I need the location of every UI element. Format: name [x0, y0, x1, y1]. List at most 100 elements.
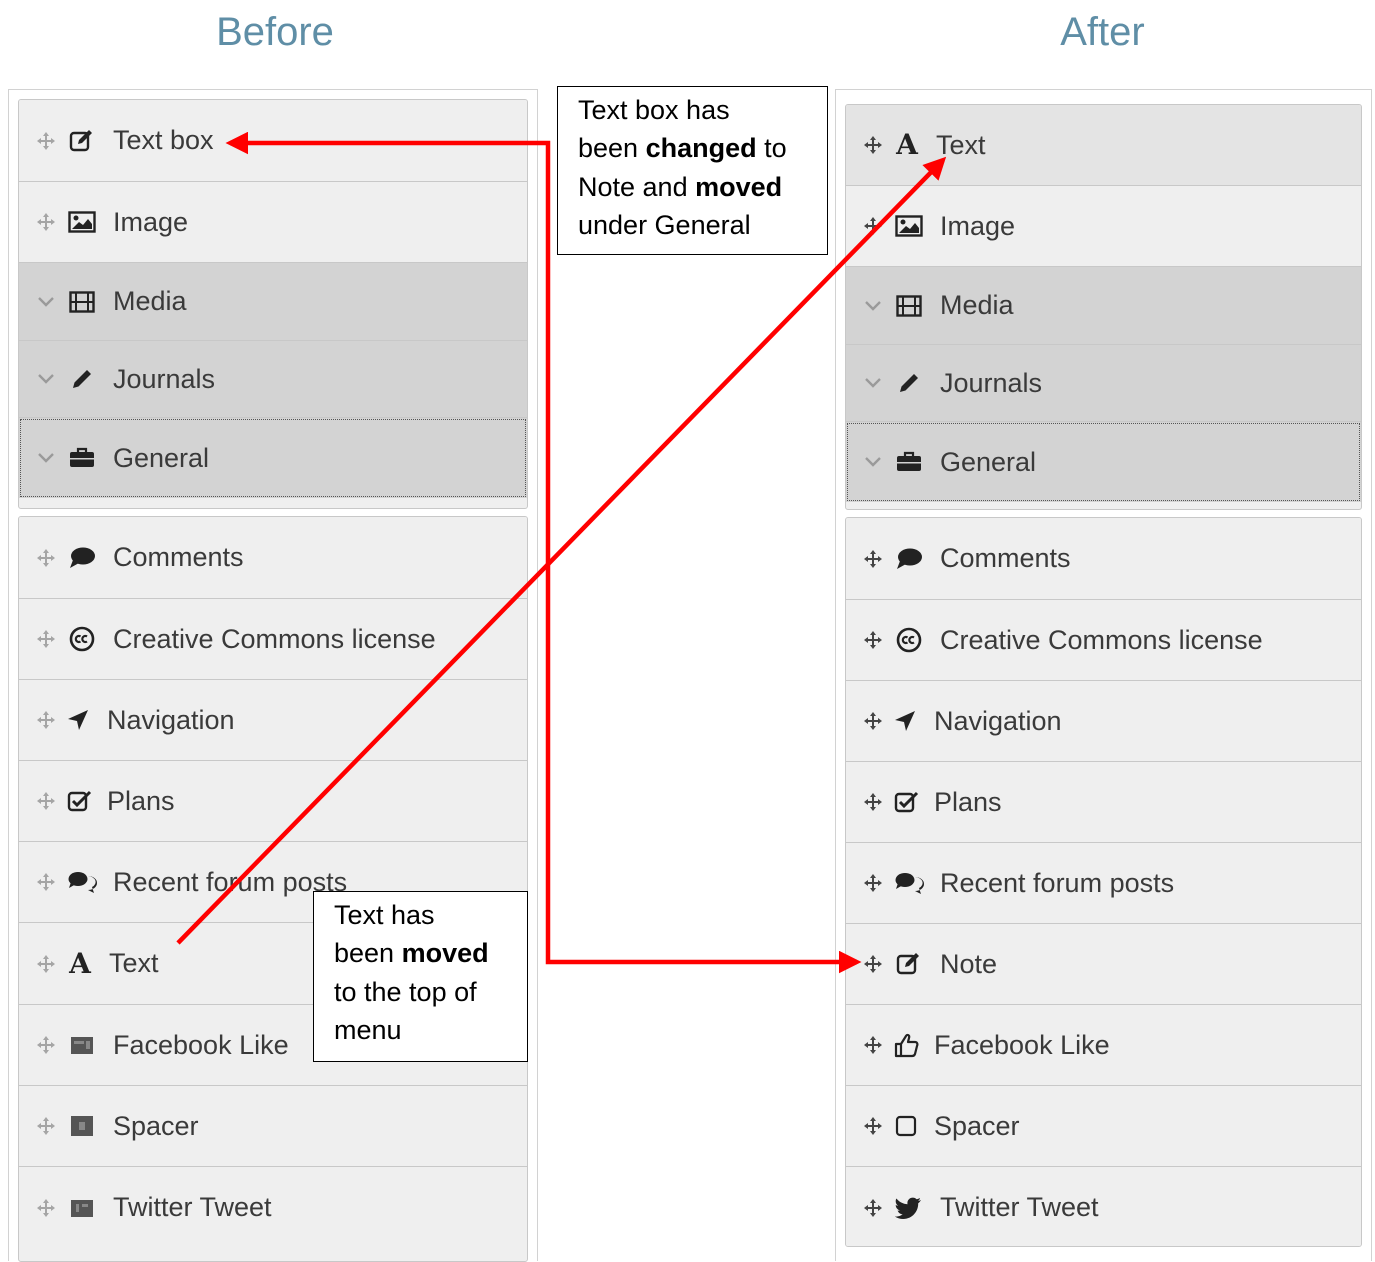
- chevron-down-icon[interactable]: [862, 456, 884, 468]
- callout-text: been: [334, 938, 402, 969]
- chevron-down-icon[interactable]: [862, 300, 884, 312]
- before-bottom-group: Comments Creative Commons license Naviga…: [18, 516, 528, 1262]
- before-item-spacer[interactable]: Spacer: [19, 1086, 527, 1167]
- item-label: Navigation: [934, 705, 1062, 736]
- after-item-spacer[interactable]: Spacer: [846, 1086, 1361, 1167]
- item-label: Facebook Like: [113, 1029, 289, 1060]
- item-label: Journals: [940, 367, 1043, 398]
- drag-handle-icon[interactable]: [862, 1035, 884, 1055]
- callout-emphasis: moved: [695, 171, 783, 202]
- twitter-placeholder-icon: [65, 1193, 99, 1223]
- before-item-comments[interactable]: Comments: [19, 517, 527, 599]
- chevron-down-icon[interactable]: [35, 296, 57, 308]
- item-label: Spacer: [934, 1110, 1020, 1141]
- drag-handle-icon[interactable]: [862, 792, 884, 812]
- item-label: Image: [113, 206, 189, 237]
- after-category-media[interactable]: Media: [846, 267, 1361, 345]
- drag-handle-icon[interactable]: [862, 630, 884, 650]
- after-panel: A Text Image Media Journals General Comm…: [835, 89, 1372, 1261]
- item-label: Navigation: [107, 704, 235, 735]
- after-item-creative-commons[interactable]: Creative Commons license: [846, 600, 1361, 681]
- edit-icon: [65, 126, 99, 156]
- drag-handle-icon[interactable]: [862, 135, 884, 155]
- before-category-journals[interactable]: Journals: [19, 341, 527, 418]
- drag-handle-icon[interactable]: [35, 791, 57, 811]
- location-arrow-icon: [892, 706, 918, 736]
- item-label: Creative Commons license: [113, 623, 436, 654]
- drag-handle-icon[interactable]: [862, 711, 884, 731]
- comments-icon: [892, 868, 926, 898]
- item-label: Recent forum posts: [940, 867, 1175, 898]
- after-item-facebook-like[interactable]: Facebook Like: [846, 1005, 1361, 1086]
- drag-handle-icon[interactable]: [35, 1116, 57, 1136]
- after-top-group: A Text Image Media Journals General: [845, 104, 1362, 510]
- after-category-journals[interactable]: Journals: [846, 345, 1361, 422]
- item-label: Facebook Like: [934, 1029, 1110, 1060]
- item-label: Journals: [113, 363, 216, 394]
- after-item-image[interactable]: Image: [846, 186, 1361, 267]
- after-item-twitter-tweet[interactable]: Twitter Tweet: [846, 1167, 1361, 1246]
- drag-handle-icon[interactable]: [35, 1035, 57, 1055]
- drag-handle-icon[interactable]: [862, 216, 884, 236]
- before-item-navigation[interactable]: Navigation: [19, 680, 527, 761]
- drag-handle-icon[interactable]: [35, 1198, 57, 1218]
- before-item-text-box[interactable]: Text box: [19, 100, 527, 182]
- after-item-recent-forum-posts[interactable]: Recent forum posts: [846, 843, 1361, 924]
- drag-handle-icon[interactable]: [862, 549, 884, 569]
- before-panel: Text box Image Media Journals General Co…: [8, 89, 538, 1262]
- text-a-icon: A: [896, 128, 918, 161]
- chevron-down-icon[interactable]: [862, 377, 884, 389]
- after-category-general[interactable]: General: [846, 422, 1361, 502]
- drag-handle-icon[interactable]: [35, 212, 57, 232]
- callout-text: to: [756, 133, 787, 164]
- thumbs-up-icon: [892, 1030, 922, 1060]
- drag-handle-icon[interactable]: [35, 710, 57, 730]
- before-item-image[interactable]: Image: [19, 182, 527, 263]
- item-label: Comments: [113, 542, 244, 572]
- before-item-creative-commons[interactable]: Creative Commons license: [19, 599, 527, 680]
- before-category-media[interactable]: Media: [19, 263, 527, 341]
- comments-icon: [65, 867, 99, 897]
- before-item-twitter-tweet[interactable]: Twitter Tweet: [19, 1167, 527, 1248]
- callout-text-box-changed: Text box has been changed to Note and mo…: [557, 86, 828, 255]
- checkbox-icon: [65, 786, 95, 816]
- pencil-icon: [892, 368, 926, 398]
- drag-handle-icon[interactable]: [862, 954, 884, 974]
- after-item-text[interactable]: A Text: [846, 105, 1361, 186]
- drag-handle-icon[interactable]: [35, 629, 57, 649]
- item-label: Twitter Tweet: [940, 1192, 1099, 1222]
- item-label: Recent forum posts: [113, 866, 348, 897]
- callout-text: under General: [578, 209, 751, 240]
- drag-handle-icon[interactable]: [862, 1116, 884, 1136]
- callout-text: to the top of: [334, 976, 477, 1007]
- briefcase-icon: [892, 447, 926, 477]
- drag-handle-icon[interactable]: [35, 131, 57, 151]
- drag-handle-icon[interactable]: [35, 954, 57, 974]
- facebook-placeholder-icon: [65, 1030, 99, 1060]
- cc-icon: [892, 625, 926, 655]
- chevron-down-icon[interactable]: [35, 373, 57, 385]
- film-icon: [65, 287, 99, 317]
- item-label: General: [113, 442, 210, 473]
- spacer-placeholder-icon: [65, 1111, 99, 1141]
- callout-text: been: [578, 133, 646, 164]
- drag-handle-icon[interactable]: [862, 1198, 884, 1218]
- item-label: Media: [113, 286, 187, 316]
- item-label: Text: [936, 129, 986, 160]
- item-label: Image: [940, 210, 1016, 241]
- after-item-note[interactable]: Note: [846, 924, 1361, 1005]
- before-item-plans[interactable]: Plans: [19, 761, 527, 842]
- briefcase-icon: [65, 443, 99, 473]
- pencil-icon: [65, 364, 99, 394]
- drag-handle-icon[interactable]: [862, 873, 884, 893]
- callout-text: Text has: [334, 900, 435, 930]
- after-bottom-group: Comments Creative Commons license Naviga…: [845, 517, 1362, 1247]
- film-icon: [892, 291, 926, 321]
- chevron-down-icon[interactable]: [35, 452, 57, 464]
- drag-handle-icon[interactable]: [35, 872, 57, 892]
- after-item-comments[interactable]: Comments: [846, 518, 1361, 600]
- after-item-plans[interactable]: Plans: [846, 762, 1361, 843]
- before-category-general[interactable]: General: [19, 418, 527, 498]
- drag-handle-icon[interactable]: [35, 548, 57, 568]
- after-item-navigation[interactable]: Navigation: [846, 681, 1361, 762]
